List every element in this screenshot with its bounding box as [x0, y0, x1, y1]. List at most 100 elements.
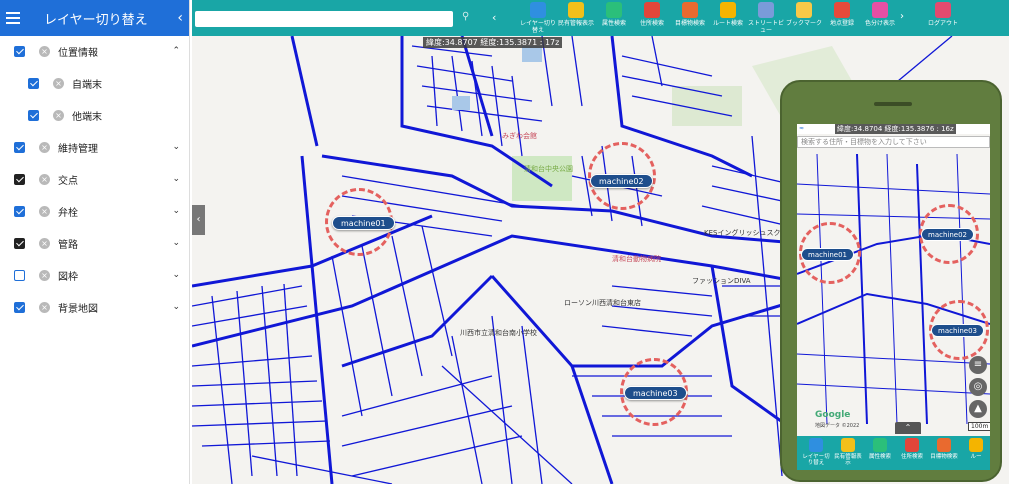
remove-icon[interactable]: ×	[53, 77, 64, 89]
toolbar-button[interactable]: 目標物検索	[670, 2, 710, 34]
mobile-header: ≈ 緯度:34.8704 経度:135.3876 : 16z	[797, 124, 990, 134]
toolbar-button[interactable]: 住所検索	[632, 2, 672, 34]
layer-checkbox[interactable]	[28, 77, 39, 89]
layer-row[interactable]: × 弁栓 ⌄	[0, 200, 190, 222]
toolbar-button-label: ブックマーク	[785, 20, 822, 27]
search-icon	[873, 438, 887, 452]
toolbar-button[interactable]: 属性検索	[594, 2, 634, 34]
expand-chevron-icon[interactable]: ⌄	[172, 270, 180, 280]
mobile-toolbar-button[interactable]: 住所検索	[897, 438, 927, 460]
mobile-toolbar-label: 住所検索	[900, 454, 923, 460]
sidebar-toggle-handle[interactable]: ‹	[192, 205, 205, 235]
mobile-search-input[interactable]: 検索する住所・目標物を入力して下さい	[797, 136, 990, 148]
layer-checkbox[interactable]	[14, 141, 25, 153]
toolbar-button[interactable]: レイヤー切り替え	[518, 2, 558, 34]
map-coordinate-readout: 緯度:34.8707 経度:135.3871 : 17z	[423, 37, 563, 48]
photo-icon	[937, 438, 951, 452]
remove-icon[interactable]: ×	[39, 237, 50, 249]
layer-checkbox[interactable]	[14, 173, 25, 185]
layer-row[interactable]: × 他端末	[0, 104, 190, 126]
mobile-toolbar-button[interactable]: レイヤー切り替え	[801, 438, 831, 466]
sidebar-collapse-icon[interactable]: ‹	[177, 10, 183, 26]
layer-label: 自端末	[72, 79, 102, 91]
layer-checkbox[interactable]	[14, 45, 25, 57]
remove-icon[interactable]: ×	[39, 173, 50, 185]
search-icon[interactable]: ⚲	[462, 11, 469, 22]
note-icon	[841, 438, 855, 452]
expand-chevron-icon[interactable]: ⌃	[172, 46, 180, 56]
remove-icon[interactable]: ×	[39, 205, 50, 217]
logout-button[interactable]: ログアウト	[920, 2, 966, 34]
logout-icon	[935, 2, 951, 18]
toolbar-button[interactable]: 民有管報表示	[556, 2, 596, 34]
machine-marker[interactable]: machine03	[931, 324, 984, 337]
poi-label[interactable]: ローソン川西清和台東店	[564, 298, 641, 308]
expand-chevron-icon[interactable]: ⌄	[172, 302, 180, 312]
mobile-coordinate-readout: 緯度:34.8704 経度:135.3876 : 16z	[835, 124, 956, 134]
layer-row[interactable]: × 図枠 ⌄	[0, 264, 190, 286]
toolbar-button[interactable]: ストリートビュー	[746, 2, 786, 34]
poi-label[interactable]: 清和台中央公園	[524, 164, 573, 174]
mobile-toolbar-button[interactable]: 目標物検索	[929, 438, 959, 460]
remove-icon[interactable]: ×	[39, 269, 50, 281]
poi-label[interactable]: 清和台動物病院	[612, 254, 661, 264]
expand-chevron-icon[interactable]: ⌄	[172, 206, 180, 216]
layer-row[interactable]: × 交点 ⌄	[0, 168, 190, 190]
machine-marker[interactable]: machine02	[921, 228, 974, 241]
machine-marker[interactable]: machine01	[801, 248, 854, 261]
mobile-toolbar-label: 目標物検索	[930, 454, 958, 460]
remove-icon[interactable]: ×	[39, 45, 50, 57]
route-icon	[720, 2, 736, 18]
mobile-toolbar-button[interactable]: 属性検索	[865, 438, 895, 460]
machine-marker[interactable]: machine01	[332, 216, 395, 230]
layer-label: 他端末	[72, 111, 102, 123]
toolbar-button[interactable]: 地点登録	[822, 2, 862, 34]
search-input[interactable]	[195, 11, 453, 27]
expand-chevron-icon[interactable]: ⌄	[172, 174, 180, 184]
machine-marker[interactable]: machine02	[590, 174, 653, 188]
palette-icon	[872, 2, 888, 18]
expand-chevron-icon[interactable]: ⌄	[172, 142, 180, 152]
machine-marker[interactable]: machine03	[624, 386, 687, 400]
layer-row[interactable]: × 維持管理 ⌄	[0, 136, 190, 158]
toolbar-button-label: ルート検索	[712, 20, 743, 27]
poi-label[interactable]: 川西市立清和台南小学校	[460, 328, 537, 338]
layer-checkbox[interactable]	[14, 301, 25, 313]
mobile-map-screen[interactable]: ≈ 緯度:34.8704 経度:135.3876 : 16z 検索する住所・目標…	[797, 124, 990, 470]
toolbar-collapse-icon[interactable]: ‹	[492, 11, 496, 24]
mobile-toolbar-button[interactable]: ルー	[961, 438, 990, 460]
layer-label: 位置情報	[58, 47, 98, 59]
layer-row[interactable]: × 背景地図 ⌄	[0, 296, 190, 318]
layer-checkbox[interactable]	[14, 237, 25, 249]
layers-icon	[530, 2, 546, 18]
poi-label[interactable]: みぎわ会館	[502, 131, 537, 141]
layers-fab-icon[interactable]: ≡	[969, 356, 987, 374]
remove-icon[interactable]: ×	[53, 109, 64, 121]
locate-icon[interactable]: ◎	[969, 378, 987, 396]
toolbar-button[interactable]: 色分け表示	[860, 2, 900, 34]
layer-checkbox[interactable]	[14, 269, 25, 281]
pin-icon	[834, 2, 850, 18]
toolbar-button[interactable]: ルート検索	[708, 2, 748, 34]
hamburger-menu-icon[interactable]	[6, 12, 20, 24]
mobile-toolbar-button[interactable]: 民有管報表示	[833, 438, 863, 466]
main-toolbar: レイヤー切り替え 民有管報表示 属性検索 住所検索 目標物検索 ルート検索 ストリートビュー…	[510, 0, 1009, 36]
layer-row[interactable]: × 管路 ⌄	[0, 232, 190, 254]
sidebar-title: レイヤー切り替え	[44, 12, 148, 28]
compass-icon[interactable]: ▲	[969, 400, 987, 418]
layer-checkbox[interactable]	[14, 205, 25, 217]
search-icon	[606, 2, 622, 18]
toolbar-more-icon[interactable]: ›	[900, 11, 904, 22]
layer-row[interactable]: × 位置情報 ⌃	[0, 40, 190, 62]
remove-icon[interactable]: ×	[39, 301, 50, 313]
streetview-icon	[758, 2, 774, 18]
expand-up-icon[interactable]: ⌃	[895, 422, 921, 434]
expand-chevron-icon[interactable]: ⌄	[172, 238, 180, 248]
toolbar-button-label: 属性検索	[601, 20, 626, 27]
layer-checkbox[interactable]	[28, 109, 39, 121]
toolbar-button[interactable]: ブックマーク	[784, 2, 824, 34]
poi-label[interactable]: ファッションDIVA	[692, 276, 751, 286]
layer-row[interactable]: × 自端末	[0, 72, 190, 94]
layer-label: 弁栓	[58, 207, 78, 219]
remove-icon[interactable]: ×	[39, 141, 50, 153]
